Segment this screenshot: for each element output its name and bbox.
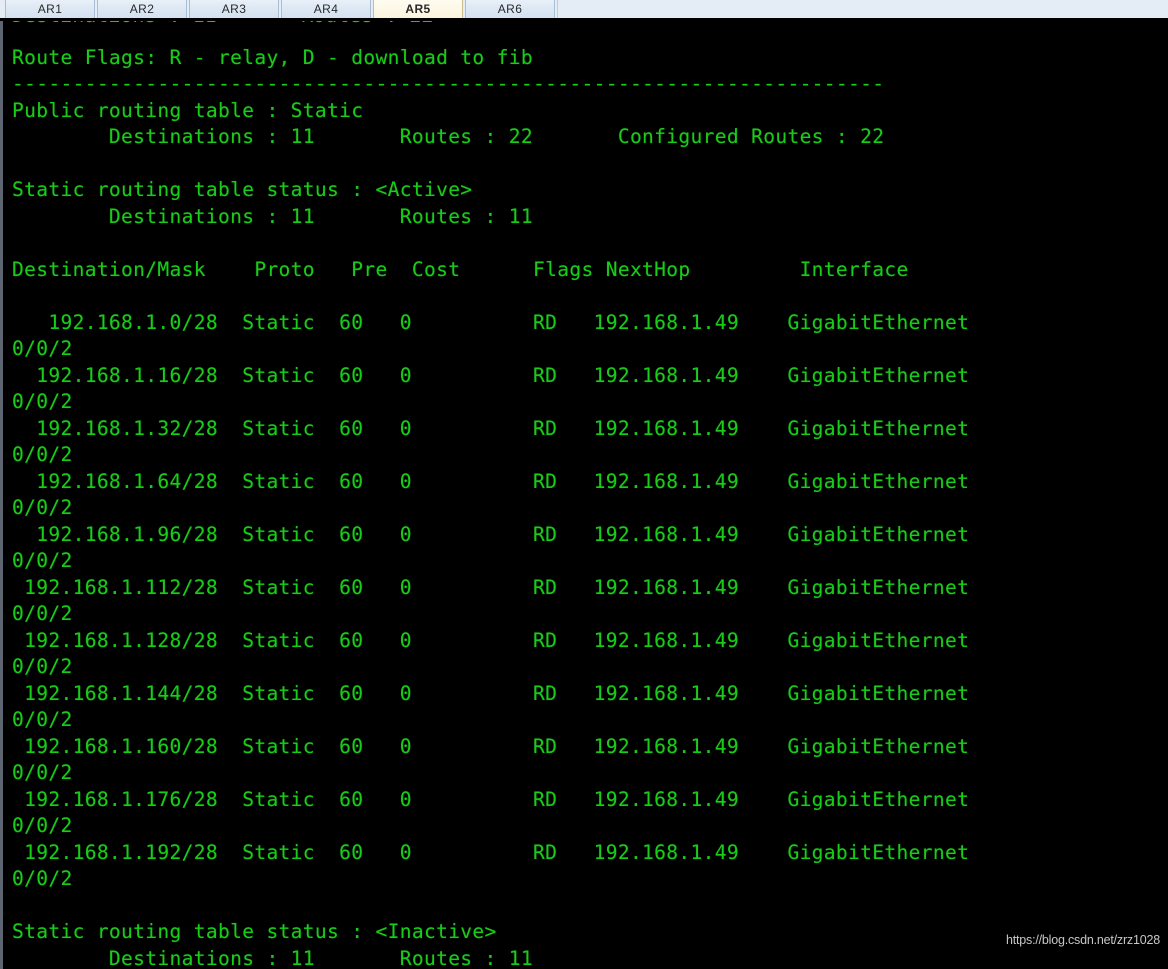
tab-ar6[interactable]: AR6 [465,0,555,18]
tab-strip: AR1 AR2 AR3 AR4 AR5 AR6 [0,0,1168,21]
tab-label: AR2 [129,2,155,16]
watermark-text: https://blog.csdn.net/zrz1028 [1005,933,1160,947]
tab-label: AR5 [405,2,431,16]
terminal-console[interactable]: Destinations : 11 Routes : 22 Route Flag… [0,21,1168,969]
console-output-text: Route Flags: R - relay, D - download to … [12,45,970,969]
tab-label: AR6 [497,2,523,16]
tab-ar3[interactable]: AR3 [189,0,279,18]
tab-ar5[interactable]: AR5 [373,0,463,18]
clipped-scrolled-line-text: Destinations : 11 Routes : 22 [12,21,433,25]
tab-label: AR1 [37,2,63,16]
tab-ar4[interactable]: AR4 [281,0,371,18]
tab-label: AR3 [221,2,247,16]
tab-ar2[interactable]: AR2 [97,0,187,18]
tab-label: AR4 [313,2,339,16]
tab-strip-empty-area [557,0,1168,18]
tab-ar1[interactable]: AR1 [5,0,95,18]
clipped-scrolled-line: Destinations : 11 Routes : 22 [3,21,1168,25]
